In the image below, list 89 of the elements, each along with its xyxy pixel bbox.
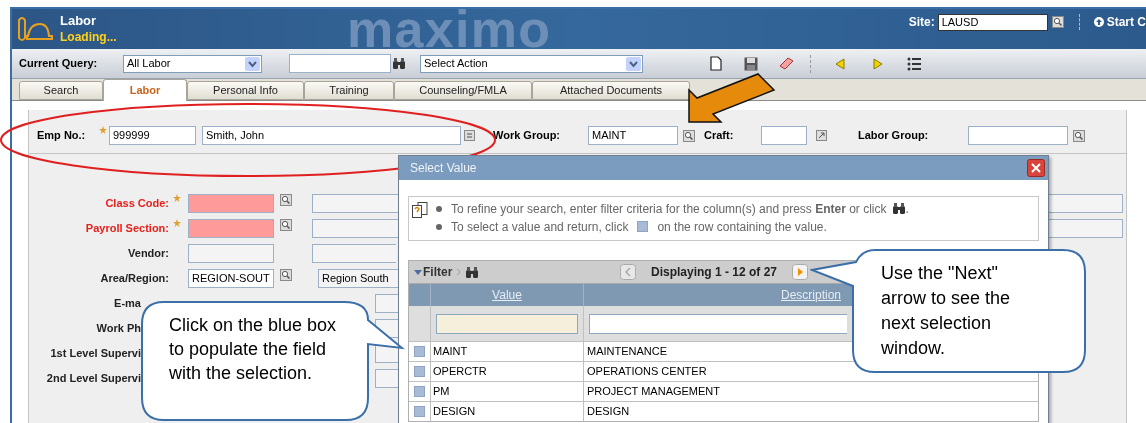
dropdown[interactable]: All Labor <box>123 54 262 73</box>
work-group-field[interactable]: MAINT <box>588 126 678 145</box>
emp-no-label: Emp No.: <box>37 128 87 144</box>
previous-icon[interactable] <box>835 57 845 70</box>
filter-toggle[interactable]: Filter <box>423 263 453 281</box>
description-field[interactable] <box>312 244 396 263</box>
dropdown[interactable]: Select Action <box>420 54 643 73</box>
search-icon[interactable] <box>1073 129 1085 142</box>
labor-group-field[interactable] <box>968 126 1068 145</box>
tip-text: . <box>905 200 909 218</box>
binoculars-icon[interactable] <box>392 57 406 70</box>
tip-text: To select a value and return, click <box>451 218 629 236</box>
labor-group-label: Labor Group: <box>858 128 930 144</box>
filter-field[interactable] <box>589 313 847 334</box>
field-label: E-ma <box>113 296 142 312</box>
search-icon[interactable] <box>280 194 292 206</box>
text-field[interactable] <box>188 219 274 238</box>
chevron-icon[interactable] <box>245 56 260 71</box>
search-icon[interactable] <box>280 269 292 281</box>
search-field[interactable] <box>289 54 391 73</box>
loading-status: Loading... <box>60 29 117 45</box>
text-field[interactable] <box>188 244 274 263</box>
save-icon[interactable] <box>744 56 758 71</box>
table-cell-text: OPERATIONS CENTER <box>586 364 708 379</box>
help-icon <box>412 202 428 218</box>
hard-hat-icon <box>16 15 54 43</box>
tab[interactable]: Search <box>19 81 103 100</box>
binoculars-icon[interactable] <box>891 202 906 215</box>
breadcrumb-icon <box>456 268 462 276</box>
craft-label: Craft: <box>704 128 735 144</box>
table-cell-text: MAINTENANCE <box>586 344 669 359</box>
eraser-icon[interactable] <box>778 56 794 71</box>
chevron-icon[interactable] <box>626 56 641 71</box>
site-field[interactable]: LAUSD <box>937 13 1048 31</box>
field-label: Vendor: <box>127 246 170 262</box>
text-field[interactable] <box>375 369 399 388</box>
tip-text: on the row containing the value. <box>657 218 827 236</box>
field-label: 1st Level Supervi <box>49 346 142 362</box>
logo-text: maximo <box>347 9 552 49</box>
close-icon[interactable] <box>1027 159 1045 177</box>
list-icon[interactable] <box>907 56 921 71</box>
start-center-link[interactable]: Start C <box>1106 13 1146 31</box>
next-icon[interactable] <box>873 57 883 70</box>
search-icon[interactable] <box>280 219 292 231</box>
tab[interactable]: Training <box>304 81 394 100</box>
table-cell-text: PROJECT MANAGEMENT <box>586 384 722 399</box>
tip-text: To refine your search, enter filter criteria for the column(s) and press Enter or click <box>451 200 887 218</box>
table-cell-text: DESIGN <box>586 404 631 419</box>
field-label: Payroll Section: <box>84 221 170 237</box>
paging-status: Displaying 1 - 12 of 27 <box>651 264 778 281</box>
emp-no-field[interactable]: 999999 <box>109 126 196 145</box>
app-title: Labor <box>60 13 98 29</box>
employee-name-field[interactable]: Smith, John <box>202 126 461 145</box>
text-field[interactable] <box>188 194 274 213</box>
menu-icon[interactable] <box>464 130 475 141</box>
home-icon[interactable] <box>1093 17 1104 27</box>
text-field[interactable] <box>375 294 399 313</box>
bullet-icon <box>436 223 442 230</box>
dialog-title: Select Value <box>410 160 477 177</box>
field-label: Class Code: <box>104 196 170 212</box>
work-group-label: Work Group: <box>493 128 561 144</box>
table-cell: DESIGN <box>431 402 584 421</box>
expand-icon[interactable] <box>414 269 422 275</box>
callout-text: Use the "Next" arrow to see the next selection window. <box>881 262 1012 360</box>
required-icon <box>99 126 107 134</box>
bullet-icon <box>436 205 442 212</box>
search-icon[interactable] <box>683 129 695 142</box>
site-label: Site: <box>908 14 935 31</box>
required-icon <box>173 194 181 202</box>
tab[interactable]: Attached Documents <box>532 81 690 100</box>
query-label: Current Query: <box>19 56 99 72</box>
filter-field[interactable] <box>436 313 578 334</box>
callout-text: Click on the blue box to populate the field with the selection. <box>169 314 337 385</box>
text-field[interactable]: REGION-SOUT <box>188 269 274 288</box>
new-page-icon[interactable] <box>710 56 722 71</box>
search-icon[interactable] <box>1051 16 1064 28</box>
previous-page-icon[interactable] <box>620 264 636 280</box>
tab[interactable]: Labor <box>103 79 187 101</box>
field-label: Area/Region: <box>99 271 170 287</box>
craft-field[interactable] <box>761 126 807 145</box>
tab[interactable]: Personal Info <box>187 81 304 100</box>
required-icon <box>173 219 181 227</box>
next-page-icon[interactable] <box>792 264 809 280</box>
field-label: Work Ph <box>95 321 142 337</box>
link-arrow-icon[interactable] <box>816 130 827 141</box>
tab[interactable]: Counseling/FMLA <box>394 81 532 100</box>
select-box-icon <box>637 221 649 232</box>
field-label: 2nd Level Supervi <box>45 371 142 387</box>
binoculars-icon[interactable] <box>465 265 480 279</box>
